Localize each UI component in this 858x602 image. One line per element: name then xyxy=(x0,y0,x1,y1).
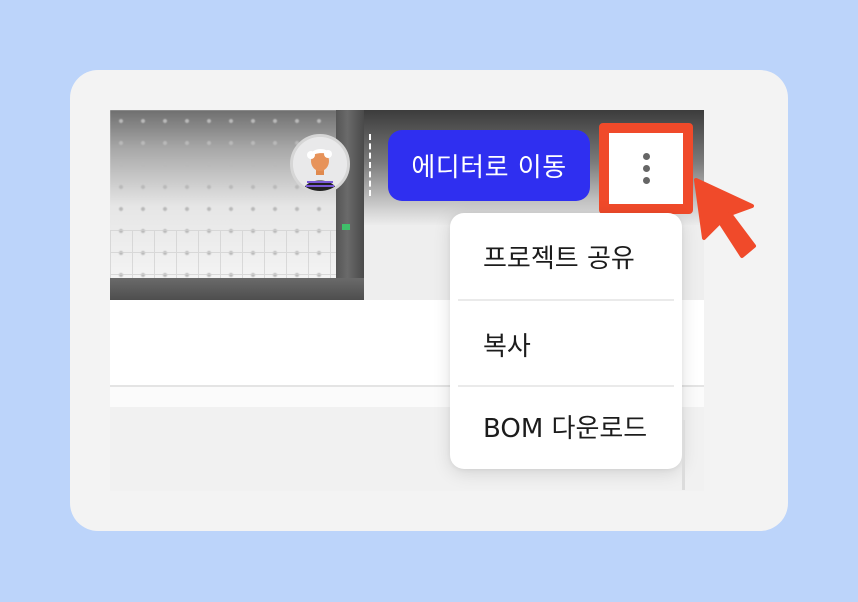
project-panel: 에디터로 이동 프로젝트 공유 복사 BOM 다운로드 xyxy=(110,110,704,491)
go-to-editor-button[interactable]: 에디터로 이동 xyxy=(388,130,590,201)
dashed-divider xyxy=(369,134,371,196)
options-dropdown-menu: 프로젝트 공유 복사 BOM 다운로드 xyxy=(450,213,682,469)
more-vertical-icon xyxy=(612,136,680,201)
user-avatar-icon[interactable] xyxy=(290,134,350,194)
thumbnail-wall-vertical xyxy=(336,110,364,300)
more-dot xyxy=(642,165,650,172)
cursor-arrow-icon xyxy=(694,178,756,258)
thumbnail-tile-grid xyxy=(110,230,340,285)
project-card: 에디터로 이동 프로젝트 공유 복사 BOM 다운로드 xyxy=(70,70,788,531)
menu-item-bom-download[interactable]: BOM 다운로드 xyxy=(450,383,682,469)
menu-item-share-project[interactable]: 프로젝트 공유 xyxy=(450,213,682,299)
scrollbar[interactable] xyxy=(682,420,685,490)
more-options-button[interactable] xyxy=(599,123,693,214)
avatar-illustration xyxy=(293,137,347,191)
more-dot xyxy=(642,153,650,160)
thumbnail-marker xyxy=(342,224,350,230)
more-dot xyxy=(642,177,650,184)
thumbnail-wall-horizontal xyxy=(110,278,364,300)
menu-item-copy[interactable]: 복사 xyxy=(450,301,682,387)
